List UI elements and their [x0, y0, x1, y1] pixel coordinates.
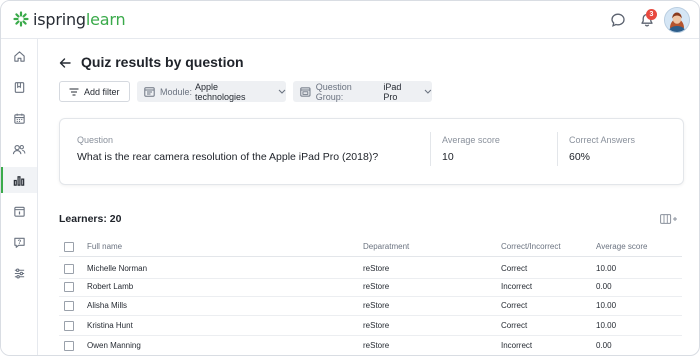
settings-sliders-icon	[14, 267, 24, 279]
sidebar-item-settings[interactable]	[1, 260, 37, 286]
question-icon: ?	[13, 237, 25, 248]
svg-text:?: ?	[17, 239, 21, 245]
sidebar-item-questions[interactable]: ?	[1, 229, 37, 255]
user-avatar-icon	[665, 8, 689, 32]
module-filter-value: Apple technologies	[195, 81, 246, 102]
sidebar-item-home[interactable]	[1, 43, 37, 69]
back-arrow-icon[interactable]	[58, 56, 72, 70]
row-checkbox[interactable]	[64, 341, 74, 351]
column-header-average-score[interactable]: Average score	[596, 242, 647, 251]
learner-department: reStore	[363, 282, 390, 291]
reports-icon	[13, 175, 25, 186]
learner-average-score: 10.00	[596, 301, 617, 310]
average-score-value: 10	[442, 151, 454, 163]
answer-result: Correct	[501, 264, 528, 273]
logo[interactable]: ispringlearn	[13, 9, 126, 29]
notification-badge: 3	[646, 9, 657, 20]
answer-result: Incorrect	[501, 341, 533, 350]
row-checkbox[interactable]	[64, 264, 74, 274]
sidebar-item-calendar[interactable]	[1, 105, 37, 131]
top-bar: ispringlearn 3	[1, 1, 699, 39]
question-text: What is the rear camera resolution of th…	[77, 151, 379, 163]
table-header: Full name Deparatment Correct/Incorrect …	[59, 237, 682, 257]
chat-icon[interactable]	[609, 11, 627, 29]
learner-department: reStore	[363, 321, 390, 330]
question-group-icon	[300, 86, 311, 97]
answer-result: Correct	[501, 301, 528, 310]
column-header-correct-incorrect[interactable]: Correct/Incorrect	[501, 242, 561, 251]
correct-answers-value: 60%	[569, 151, 591, 163]
card-divider	[557, 132, 558, 166]
question-group-filter-chip[interactable]: Question Group: iPad Pro	[293, 81, 432, 102]
module-filter-label: Module:	[159, 86, 193, 97]
users-icon	[12, 144, 26, 154]
table-row[interactable]: Alisha Mills reStore Correct 10.00	[59, 296, 682, 316]
learner-department: reStore	[363, 301, 390, 310]
column-header-full-name[interactable]: Full name	[87, 242, 122, 251]
filter-icon	[69, 87, 79, 96]
learner-name: Robert Lamb	[87, 282, 134, 291]
table-row[interactable]: Robert Lamb reStore Incorrect 0.00	[59, 277, 682, 297]
select-all-checkbox[interactable]	[64, 242, 74, 252]
learner-name: Kristina Hunt	[87, 321, 133, 330]
learner-name: Owen Manning	[87, 341, 141, 350]
book-icon	[14, 81, 24, 93]
sidebar-item-courses[interactable]	[1, 74, 37, 100]
average-score-label: Average score	[442, 135, 500, 145]
table-row[interactable]: Michelle Norman reStore Correct 10.00	[59, 259, 682, 279]
card-divider	[430, 132, 431, 166]
question-summary-card: Question What is the rear camera resolut…	[59, 118, 684, 185]
question-group-filter-label: Question Group:	[315, 81, 352, 102]
logo-text-learn: learn	[85, 9, 126, 29]
sidebar-item-users[interactable]	[1, 136, 37, 162]
learner-average-score: 10.00	[596, 264, 617, 273]
sidebar: ?	[1, 39, 38, 355]
info-calendar-icon	[13, 206, 25, 217]
table-row[interactable]: Kristina Hunt reStore Correct 10.00	[59, 316, 682, 336]
question-label: Question	[77, 135, 114, 145]
answer-result: Incorrect	[501, 282, 533, 291]
answer-result: Correct	[501, 321, 528, 330]
app-window: ispringlearn 3 ? Quiz results by questio…	[0, 0, 700, 356]
chevron-down-icon	[278, 89, 286, 94]
avatar[interactable]	[664, 7, 690, 33]
sidebar-item-events[interactable]	[1, 198, 37, 224]
ispring-logo-icon	[13, 11, 29, 27]
row-checkbox[interactable]	[64, 321, 74, 331]
calendar-icon	[13, 113, 25, 124]
correct-answers-label: Correct Answers	[569, 135, 636, 145]
sidebar-item-reports[interactable]	[1, 167, 37, 193]
column-header-department[interactable]: Deparatment	[363, 242, 409, 251]
question-group-filter-value: iPad Pro	[383, 81, 402, 102]
learner-name: Alisha Mills	[87, 301, 128, 310]
learner-average-score: 10.00	[596, 321, 617, 330]
table-row[interactable]: Owen Manning reStore Incorrect 0.00	[59, 336, 682, 355]
row-checkbox[interactable]	[64, 282, 74, 292]
learners-count-title: Learners: 20	[59, 213, 122, 225]
home-icon	[13, 50, 25, 62]
logo-text-ispring: ispring	[33, 9, 86, 29]
module-filter-chip[interactable]: Module: Apple technologies	[137, 81, 286, 102]
column-settings-icon[interactable]	[660, 214, 678, 224]
row-checkbox[interactable]	[64, 301, 74, 311]
page-title: Quiz results by question	[81, 54, 244, 70]
learner-department: reStore	[363, 264, 390, 273]
learner-average-score: 0.00	[596, 282, 612, 291]
add-filter-button[interactable]: Add filter	[59, 81, 130, 102]
add-filter-label: Add filter	[84, 86, 120, 97]
learner-name: Michelle Norman	[87, 264, 148, 273]
learner-department: reStore	[363, 341, 390, 350]
chevron-down-icon	[424, 89, 432, 94]
module-icon	[144, 86, 155, 97]
learner-average-score: 0.00	[596, 341, 612, 350]
